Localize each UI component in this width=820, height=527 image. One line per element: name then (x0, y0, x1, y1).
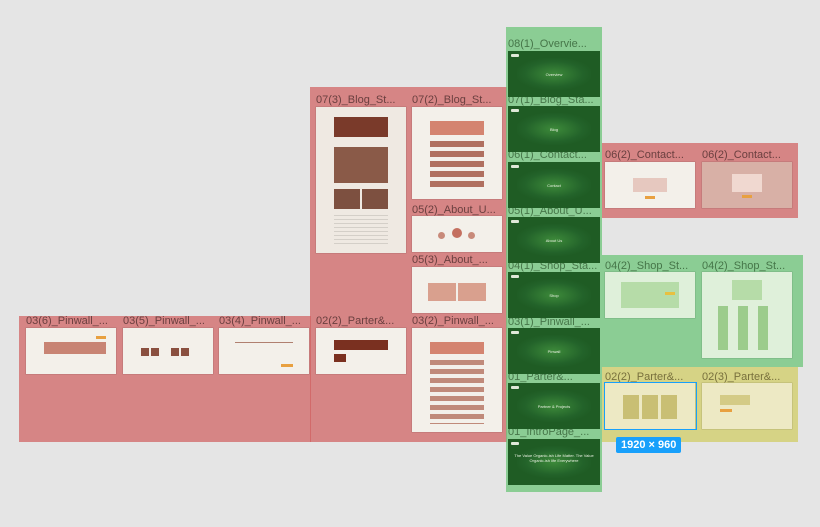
frame-label[interactable]: 07(3)_Blog_St... (316, 94, 408, 106)
frame-thumb-pinwall-2[interactable] (412, 328, 502, 432)
frame-thumb-overview[interactable]: Overview (508, 51, 600, 97)
frame-thumb-blog-list[interactable] (412, 107, 502, 199)
frame-label[interactable]: 04(2)_Shop_St... (702, 260, 794, 272)
form-block (732, 174, 762, 192)
frame-label[interactable]: 07(2)_Blog_St... (412, 94, 504, 106)
thumb-title: Contact (547, 182, 561, 188)
frame-thumb-pinwall-4[interactable] (219, 328, 309, 374)
frame-thumb-contact[interactable]: Contact (508, 162, 600, 208)
frame-thumb-blog[interactable]: Blog (508, 106, 600, 152)
header-block (430, 342, 484, 354)
image-block (151, 348, 159, 356)
product-block (621, 282, 679, 308)
text-block (720, 395, 750, 405)
frame-label[interactable]: 05(3)_About_... (412, 254, 504, 266)
banner-block (334, 340, 388, 350)
frame-label[interactable]: 05(2)_About_U... (412, 204, 504, 216)
button-block (281, 364, 293, 367)
frame-thumb-partner-2[interactable] (316, 328, 406, 374)
frame-label[interactable]: 02(3)_Parter&... (702, 371, 794, 383)
frame-thumb-shop-2[interactable] (605, 272, 695, 318)
image-block (171, 348, 179, 356)
button-block (665, 292, 675, 295)
thumb-title: Partner & Projects (537, 403, 571, 409)
avatar-block (438, 232, 445, 239)
thumb-title: Pinwall (547, 348, 561, 354)
list-block (430, 141, 484, 191)
frame-label[interactable]: 03(6)_Pinwall_... (26, 315, 118, 327)
logo-icon (511, 165, 519, 168)
avatar-block (468, 232, 475, 239)
logo-icon (511, 54, 519, 57)
frame-thumb-about[interactable]: About Us (508, 217, 600, 263)
frame-thumb-partners[interactable]: Partner & Projects (508, 383, 600, 429)
image-block (334, 354, 346, 362)
avatar-block (452, 228, 462, 238)
thumb-title: The Value Organic-ish Life Matter. The V… (514, 452, 594, 463)
thumb-title: Blog (549, 126, 558, 132)
frame-label[interactable]: 08(1)_Overvie... (508, 38, 600, 50)
logo-icon (511, 220, 519, 223)
button-block (742, 195, 752, 198)
frame-label[interactable]: 06(2)_Contact... (605, 149, 697, 161)
frame-label[interactable]: 03(5)_Pinwall_... (123, 315, 215, 327)
text-block (334, 215, 388, 245)
frame-label[interactable]: 03(4)_Pinwall_... (219, 315, 311, 327)
logo-icon (511, 386, 519, 389)
thumb-title: About Us (545, 237, 563, 243)
form-block (633, 178, 667, 192)
frame-label[interactable]: 06(2)_Contact... (702, 149, 794, 161)
frame-thumb-blog-story[interactable] (316, 107, 406, 253)
frame-label[interactable]: 04(2)_Shop_St... (605, 260, 697, 272)
frame-thumb-partner-3[interactable] (702, 383, 792, 429)
frame-thumb-about-2[interactable] (412, 216, 502, 252)
frame-thumb-contact-3[interactable] (702, 162, 792, 208)
list-block (430, 360, 484, 424)
frame-thumb-about-3[interactable] (412, 267, 502, 313)
button-block (645, 196, 655, 199)
button-block (720, 409, 732, 412)
image-block (362, 189, 388, 209)
frame-thumb-shop[interactable]: Shop (508, 272, 600, 318)
banner-block (44, 342, 106, 354)
header-block (430, 121, 484, 135)
frame-label[interactable]: 03(2)_Pinwall_... (412, 315, 504, 327)
frame-thumb-pinwall[interactable]: Pinwall (508, 328, 600, 374)
logo-icon (511, 331, 519, 334)
logo-icon (511, 109, 519, 112)
thumb-title: Shop (549, 292, 559, 298)
card-block (428, 283, 456, 301)
frame-thumb-intro[interactable]: The Value Organic-ish Life Matter. The V… (508, 439, 600, 485)
frame-thumb-pinwall-5[interactable] (123, 328, 213, 374)
hero-block (334, 117, 388, 137)
image-block (181, 348, 189, 356)
product-block (732, 280, 762, 300)
image-block (141, 348, 149, 356)
button-block (96, 336, 106, 339)
selection-outline[interactable] (604, 382, 697, 430)
frame-thumb-shop-3[interactable] (702, 272, 792, 358)
logo-icon (511, 275, 519, 278)
frame-thumb-pinwall-6[interactable] (26, 328, 116, 374)
logo-icon (511, 442, 519, 445)
thumb-title: Overview (545, 71, 563, 77)
list-block (718, 306, 776, 350)
size-badge: 1920 × 960 (616, 437, 682, 453)
card-block (458, 283, 486, 301)
image-block (334, 189, 360, 209)
frame-thumb-contact-2[interactable] (605, 162, 695, 208)
form-block (235, 342, 293, 343)
frame-label[interactable]: 02(2)_Parter&... (316, 315, 408, 327)
image-block (334, 147, 388, 183)
